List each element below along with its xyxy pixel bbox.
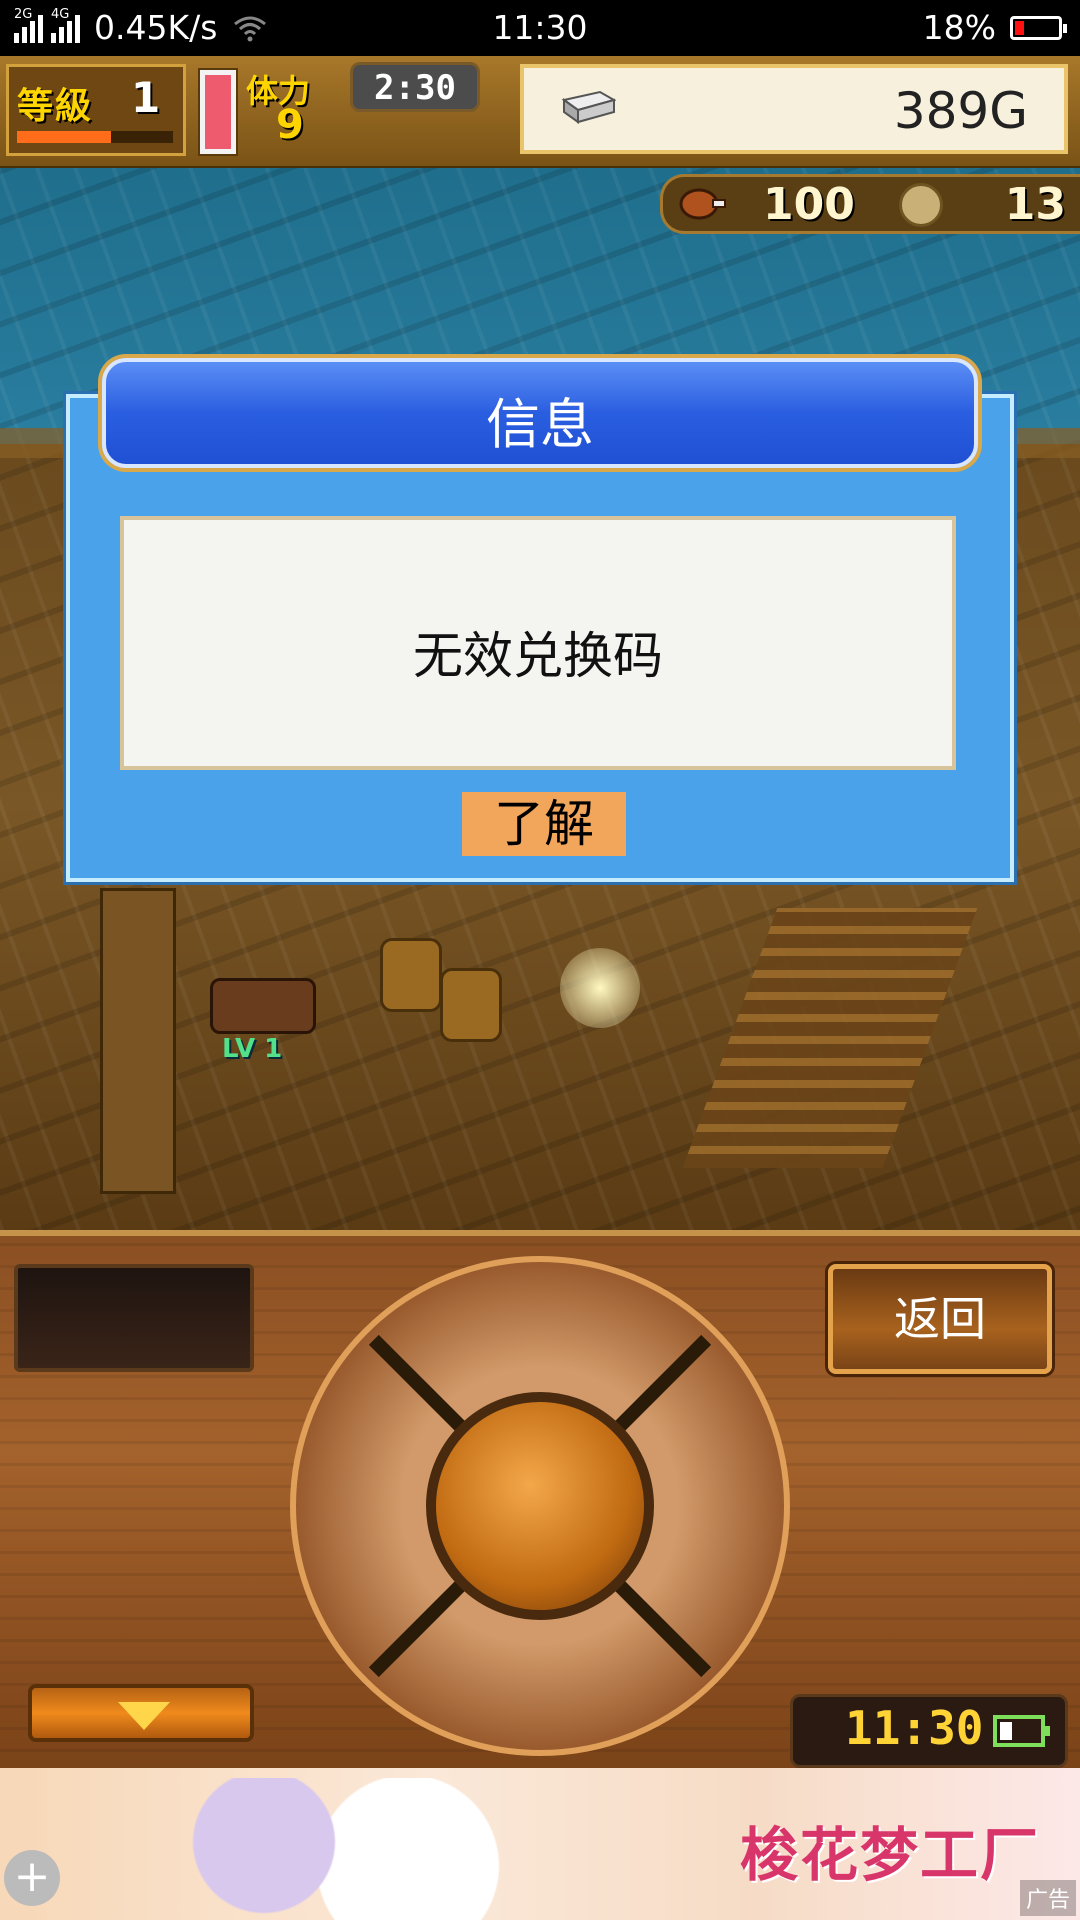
battery-icon <box>993 1715 1050 1747</box>
battery-icon <box>1010 15 1067 40</box>
triangle-down-icon <box>118 1702 170 1730</box>
control-panel: 返回 11:30 <box>0 1230 1080 1774</box>
meat-icon <box>679 188 726 220</box>
ad-plus-icon[interactable]: + <box>4 1850 60 1906</box>
dialog-title: 信息 <box>486 393 594 456</box>
status-right: 18% <box>922 8 1067 47</box>
dpad-down-button[interactable] <box>485 1610 595 1720</box>
ad-banner[interactable]: + 梭花梦工厂 广告 <box>0 1768 1080 1920</box>
dpad-up-button[interactable] <box>485 1292 595 1402</box>
xp-bar <box>17 131 173 143</box>
barrel <box>380 938 442 1012</box>
dpad-left-button[interactable] <box>326 1451 436 1561</box>
character-sprite[interactable] <box>210 978 316 1034</box>
resource-bar: 100 13 <box>660 174 1080 234</box>
empty-slot <box>14 1264 254 1372</box>
ad-label: 广告 <box>1019 1880 1076 1916</box>
stamina-value: 9 <box>276 102 304 148</box>
ship-mast <box>100 888 176 1194</box>
game-clock: 11:30 <box>790 1694 1068 1768</box>
coin-icon <box>899 183 943 227</box>
gold-value: 389G <box>893 82 1028 140</box>
menu-toggle-button[interactable] <box>28 1684 254 1742</box>
level-panel: 等級 1 <box>6 64 186 156</box>
back-button[interactable]: 返回 <box>828 1264 1052 1374</box>
screen: 2G 4G 0.45K/s 11:30 18% 等級 1 体力 9 2:30 3… <box>0 0 1080 1920</box>
character-level: LV 1 <box>222 1034 283 1064</box>
ad-logo: 梭花梦工厂 <box>739 1821 1040 1889</box>
clock-time: 11:30 <box>845 1701 984 1755</box>
status-bar: 2G 4G 0.45K/s 11:30 18% <box>0 0 1080 56</box>
dpad-right-button[interactable] <box>644 1451 754 1561</box>
battery-percent: 18% <box>922 8 996 47</box>
level-value: 1 <box>131 73 161 122</box>
status-time: 11:30 <box>492 8 588 47</box>
silver-ingot-icon <box>561 90 616 124</box>
ad-illustration <box>120 1778 600 1920</box>
barrel <box>440 968 502 1042</box>
stamina-bar <box>198 68 238 156</box>
food-value: 100 <box>763 179 855 230</box>
lantern-glow <box>560 948 640 1028</box>
dialog-header: 信息 <box>102 358 978 468</box>
level-label: 等級 <box>17 86 94 127</box>
ok-button[interactable]: 了解 <box>462 792 626 856</box>
dpad-center-button[interactable] <box>426 1392 654 1620</box>
coin-value: 13 <box>1004 179 1066 230</box>
game-hud: 等級 1 体力 9 2:30 389G <box>0 56 1080 170</box>
gold-panel: 389G <box>520 64 1068 154</box>
dialog-message: 无效兑换码 <box>413 627 663 685</box>
dpad[interactable] <box>290 1256 790 1756</box>
stamina-timer: 2:30 <box>350 62 480 112</box>
message-box: 无效兑换码 <box>120 516 956 770</box>
